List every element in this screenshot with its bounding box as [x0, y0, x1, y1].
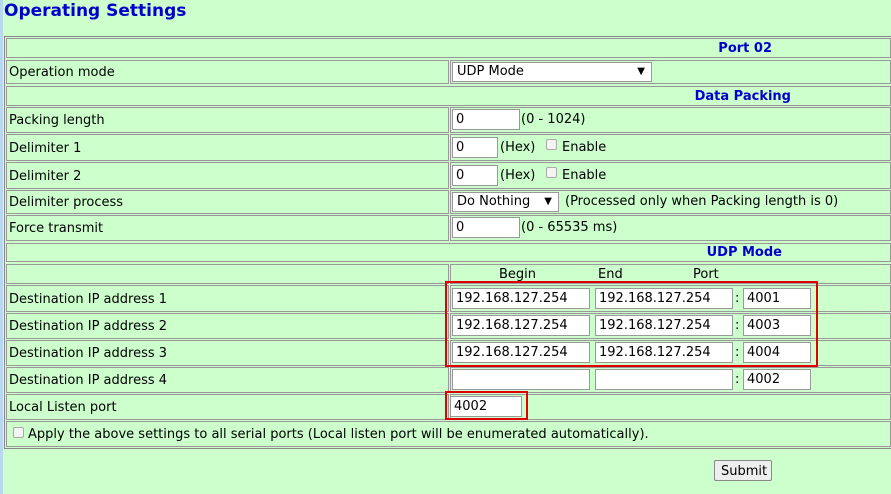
- port-header-row: Port 02: [6, 38, 891, 58]
- delimiter1-enable-checkbox[interactable]: [546, 139, 557, 150]
- delimiter1-input[interactable]: [452, 137, 498, 158]
- dest4-port-input[interactable]: [743, 369, 811, 390]
- delimiter2-label-cell: Delimiter 2: [6, 162, 449, 189]
- dest4-port-separator: :: [735, 372, 740, 387]
- operation-mode-label: Operation mode: [9, 65, 115, 80]
- delimiter2-label: Delimiter 2: [9, 169, 82, 184]
- dest2-label-cell: Destination IP address 2: [6, 313, 449, 339]
- destination-highlight-box: [445, 281, 818, 367]
- dest4-begin-input[interactable]: [452, 369, 590, 390]
- udp-mode-header: UDP Mode: [706, 245, 782, 260]
- column-port: Port: [693, 267, 719, 282]
- udp-columns-label-cell: [6, 264, 449, 284]
- packing-length-hint: (0 - 1024): [521, 112, 586, 127]
- dest1-label: Destination IP address 1: [9, 292, 168, 307]
- dest3-label: Destination IP address 3: [9, 346, 168, 361]
- dest4-end-input[interactable]: [595, 369, 733, 390]
- local-listen-label-cell: Local Listen port: [6, 394, 449, 420]
- force-transmit-input[interactable]: [452, 217, 520, 238]
- dropdown-arrow-icon: ▼: [637, 66, 645, 77]
- apply-all-row: Apply the above settings to all serial p…: [6, 421, 891, 447]
- page-title: Operating Settings: [4, 1, 187, 21]
- dest1-label-cell: Destination IP address 1: [6, 285, 449, 312]
- dest3-label-cell: Destination IP address 3: [6, 340, 449, 366]
- delimiter2-enable-checkbox[interactable]: [546, 167, 557, 178]
- delimiter1-label: Delimiter 1: [9, 141, 82, 156]
- operation-mode-value: UDP Mode: [457, 64, 524, 79]
- delimiter2-input[interactable]: [452, 165, 498, 186]
- dest4-label-cell: Destination IP address 4: [6, 367, 449, 393]
- delimiter1-enable-label: Enable: [562, 140, 607, 155]
- dropdown-arrow-icon: ▼: [544, 196, 552, 207]
- delimiter2-enable-label: Enable: [562, 168, 607, 183]
- force-transmit-hint: (0 - 65535 ms): [521, 220, 618, 235]
- dest4-label: Destination IP address 4: [9, 373, 168, 388]
- force-transmit-label: Force transmit: [9, 221, 104, 236]
- apply-all-label: Apply the above settings to all serial p…: [28, 427, 649, 442]
- delimiter-process-hint: (Processed only when Packing length is 0…: [565, 194, 839, 209]
- delimiter1-hex-label: (Hex): [500, 140, 536, 155]
- packing-length-label: Packing length: [9, 113, 105, 128]
- column-begin: Begin: [499, 267, 537, 282]
- operation-mode-label-cell: Operation mode: [6, 60, 449, 84]
- delimiter-process-select[interactable]: Do Nothing ▼: [452, 192, 559, 212]
- packing-length-input[interactable]: [452, 109, 520, 130]
- delimiter-process-label-cell: Delimiter process: [6, 190, 449, 214]
- apply-all-checkbox[interactable]: [13, 427, 24, 438]
- operation-mode-select[interactable]: UDP Mode ▼: [452, 62, 652, 82]
- udp-mode-header-row: UDP Mode: [6, 243, 891, 262]
- delimiter2-hex-label: (Hex): [500, 168, 536, 183]
- port-header: Port 02: [718, 41, 772, 56]
- delimiter-process-value: Do Nothing: [457, 194, 531, 209]
- data-packing-header-row: Data Packing: [6, 86, 891, 106]
- column-end: End: [598, 267, 623, 282]
- packing-length-label-cell: Packing length: [6, 107, 449, 133]
- delimiter-process-label: Delimiter process: [9, 195, 124, 210]
- data-packing-header: Data Packing: [694, 89, 791, 104]
- dest2-label: Destination IP address 2: [9, 319, 168, 334]
- submit-button[interactable]: Submit: [714, 460, 772, 481]
- left-edge-bar: [0, 0, 3, 494]
- local-listen-label: Local Listen port: [9, 400, 117, 415]
- force-transmit-label-cell: Force transmit: [6, 215, 449, 241]
- listen-port-highlight-box: [445, 391, 528, 420]
- delimiter1-label-cell: Delimiter 1: [6, 134, 449, 161]
